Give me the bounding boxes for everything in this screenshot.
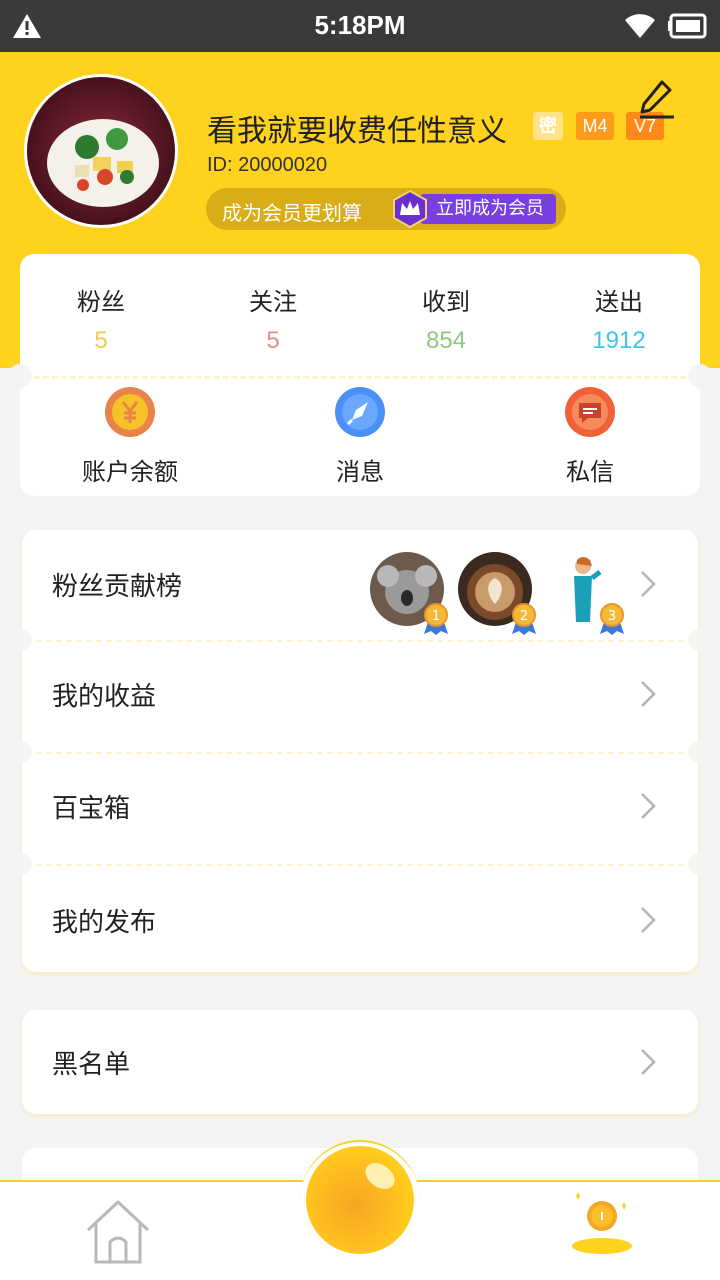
chevron-right-icon (641, 907, 656, 933)
become-vip-button[interactable]: 立即成为会员 (420, 194, 556, 224)
stat-label: 关注 (249, 288, 297, 316)
card-notch (688, 364, 712, 388)
edit-icon[interactable] (636, 78, 676, 120)
battery-icon (668, 13, 707, 39)
stat-fans[interactable]: 粉丝 5 (31, 282, 171, 355)
divider (34, 376, 686, 379)
card-notch (8, 364, 32, 388)
medal-3-icon: 3 (600, 603, 624, 635)
rank-avatar-1[interactable]: 1 (370, 552, 448, 635)
m-level-badge: M4 (576, 112, 614, 140)
menu-label: 我的收益 (52, 682, 157, 712)
chevron-right-icon (641, 1049, 656, 1075)
menu-label: 百宝箱 (52, 794, 131, 824)
stat-received[interactable]: 收到 854 (376, 282, 516, 355)
menu-item-my-earnings[interactable]: 我的收益 (22, 640, 698, 750)
medal-rank: 2 (520, 609, 528, 624)
chat-bubble-icon (565, 387, 615, 437)
medal-rank: 1 (432, 609, 440, 624)
private-message-button[interactable]: 私信 (510, 386, 670, 487)
status-time: 5:18PM (314, 10, 406, 40)
chevron-right-icon (641, 793, 656, 819)
stats-card: 粉丝 5 关注 5 收到 854 送出 1912 账户余额 消息 私信 (8, 254, 712, 496)
coin-tab-icon[interactable] (568, 1190, 636, 1260)
stat-value: 5 (266, 327, 280, 354)
account-balance-button[interactable]: 账户余额 (50, 386, 210, 487)
vip-promo-bar[interactable]: 成为会员更划算 立即成为会员 (206, 188, 566, 230)
stat-label: 送出 (595, 288, 643, 316)
yen-coin-icon (105, 387, 155, 437)
medal-1-icon: 1 (424, 603, 448, 635)
vip-promo-text: 成为会员更划算 (222, 201, 362, 225)
stat-value: 5 (94, 327, 108, 354)
menu-item-my-posts[interactable]: 我的发布 (22, 866, 698, 976)
medal-rank: 3 (608, 609, 616, 624)
stat-value: 1912 (592, 327, 646, 354)
user-id: ID: 20000020 (207, 154, 328, 176)
secret-badge: 密 (533, 112, 563, 140)
home-tab-icon[interactable] (84, 1196, 152, 1266)
messages-button[interactable]: 消息 (280, 386, 440, 487)
username: 看我就要收费任性意义 (207, 114, 507, 149)
stat-label: 粉丝 (77, 288, 125, 316)
quick-action-label: 消息 (336, 458, 384, 486)
stat-following[interactable]: 关注 5 (203, 282, 343, 355)
stat-sent[interactable]: 送出 1912 (549, 282, 689, 355)
center-action-button[interactable] (306, 1146, 414, 1254)
stat-value: 854 (425, 327, 467, 354)
rank-avatar-2[interactable]: 2 (458, 552, 536, 635)
menu-card: 粉丝贡献榜 1 2 3 我的收益 百宝箱 我的发布 (12, 530, 708, 972)
medal-2-icon: 2 (512, 603, 536, 635)
notification-rocket-icon (335, 387, 385, 437)
menu-item-fan-ranking[interactable]: 粉丝贡献榜 1 2 3 (22, 530, 698, 640)
quick-action-label: 私信 (566, 458, 614, 486)
crown-icon (393, 189, 427, 229)
status-bar: 5:18PM (0, 0, 720, 52)
quick-action-label: 账户余额 (82, 458, 178, 486)
chevron-right-icon (641, 571, 656, 597)
menu-label: 黑名单 (52, 1050, 131, 1080)
avatar-salad-image (27, 77, 175, 225)
menu-label: 粉丝贡献榜 (52, 572, 183, 602)
menu-label: 我的发布 (52, 908, 157, 938)
avatar[interactable] (24, 74, 178, 228)
chevron-right-icon (641, 681, 656, 707)
menu-item-blacklist[interactable]: 黑名单 (22, 1010, 698, 1114)
wifi-icon (625, 14, 655, 39)
menu-item-treasure-box[interactable]: 百宝箱 (22, 752, 698, 862)
stat-label: 收到 (422, 288, 470, 316)
rank-avatar-3[interactable]: 3 (546, 552, 624, 635)
